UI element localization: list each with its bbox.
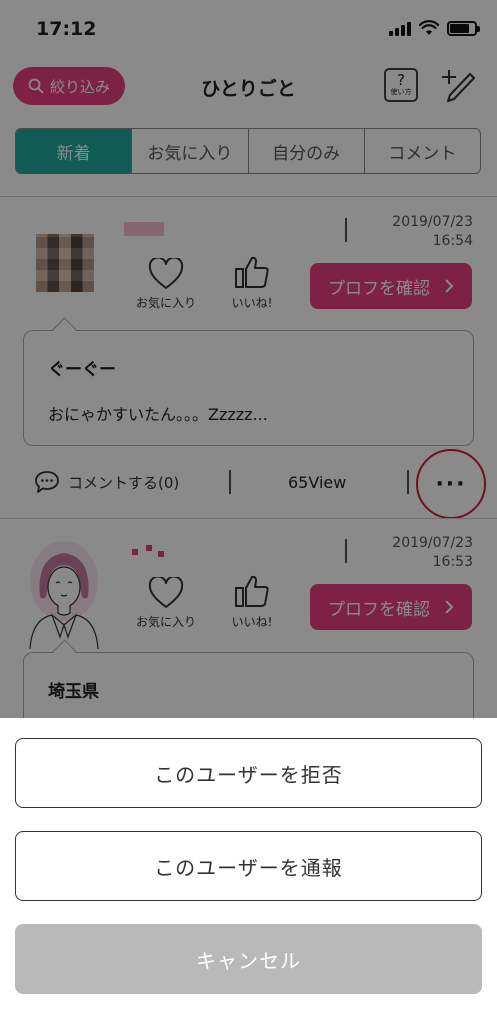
action-sheet: このユーザーを拒否 このユーザーを通報 キャンセル (0, 718, 497, 1024)
report-user-button[interactable]: このユーザーを通報 (15, 831, 482, 901)
cancel-button[interactable]: キャンセル (15, 924, 482, 994)
block-user-button[interactable]: このユーザーを拒否 (15, 738, 482, 808)
app-screen: 17:12 絞り込み ひとりごと ? 使い方 新着 お気に入り 自分のみ コメン… (0, 0, 497, 1024)
modal-backdrop[interactable] (0, 0, 497, 718)
